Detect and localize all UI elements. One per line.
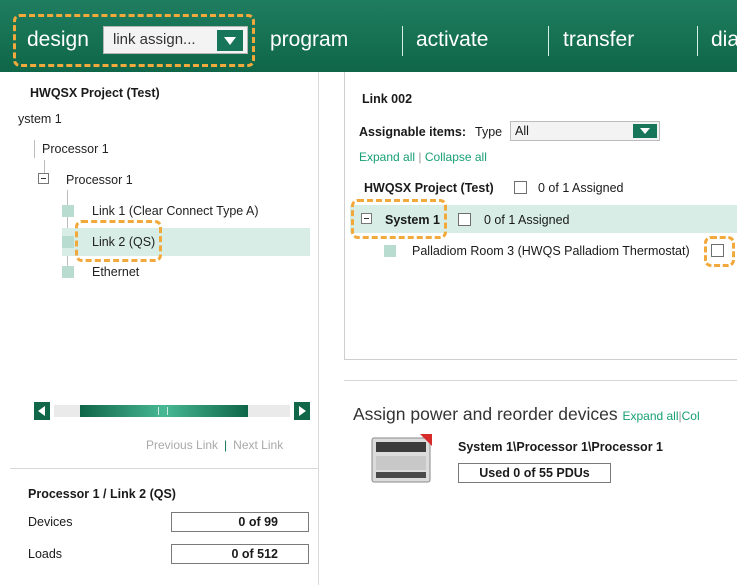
loads-value: 0 of 512 (171, 544, 309, 564)
project-title: HWQSX Project (Test) (30, 86, 160, 100)
top-navigation-bar: design link assign... program activate t… (0, 0, 737, 72)
collapse-icon[interactable] (361, 213, 372, 224)
pdu-usage: Used 0 of 55 PDUs (458, 463, 611, 483)
collapse-all-link[interactable]: Collapse all (425, 150, 487, 164)
project-checkbox[interactable] (514, 181, 527, 194)
tab-divider (697, 26, 698, 56)
chevron-down-icon[interactable] (633, 124, 657, 138)
tab-divider (548, 26, 549, 56)
type-label: Type (475, 125, 503, 139)
processor-device-icon (371, 434, 432, 483)
system-checkbox[interactable] (458, 213, 471, 226)
mode-dropdown-value: link assign... (113, 31, 196, 48)
assign-expand-all-link[interactable]: Expand all (622, 409, 678, 423)
scroll-left-icon[interactable] (34, 402, 50, 420)
scroll-grip-icon (158, 407, 168, 415)
link-icon (62, 205, 74, 217)
tree-item-processor[interactable]: Processor 1 (66, 173, 133, 187)
previous-link-button[interactable]: Previous Link (146, 438, 218, 452)
horizontal-scrollbar[interactable] (34, 402, 310, 420)
assign-collapse-link[interactable]: Col (682, 409, 700, 423)
loads-label: Loads (28, 547, 63, 561)
tree-item-processor-group[interactable]: Processor 1 (42, 142, 109, 156)
mode-dropdown[interactable]: link assign... (103, 26, 248, 54)
tab-transfer[interactable]: transfer (563, 24, 634, 56)
expand-all-link[interactable]: Expand all (359, 150, 415, 164)
type-filter-value: All (515, 124, 529, 138)
nav-separator: | (224, 438, 228, 452)
collapse-icon[interactable] (38, 173, 49, 184)
assignable-label: Assignable items: (359, 125, 466, 139)
devices-label: Devices (28, 515, 73, 529)
tab-divider (402, 26, 403, 56)
thermostat-icon (384, 245, 396, 257)
link-icon (62, 236, 74, 248)
next-link-button[interactable]: Next Link (233, 438, 283, 452)
section-divider (344, 380, 737, 381)
system-assigned-count: 0 of 1 Assigned (484, 213, 570, 227)
type-filter-dropdown[interactable]: All (510, 121, 660, 141)
link-title: Link 002 (362, 92, 413, 106)
assign-title-text: Assign power and reorder devices (353, 404, 618, 424)
ethernet-icon (62, 266, 74, 278)
room-item-label: Palladiom Room 3 (HWQS Palladiom Thermos… (412, 244, 690, 258)
tree-item-link-2[interactable]: Link 2 (QS) (92, 235, 155, 249)
tree-connector (44, 160, 45, 174)
project-name: HWQSX Project (Test) (364, 181, 494, 195)
room-item-checkbox[interactable] (711, 244, 724, 257)
tab-program[interactable]: program (270, 24, 348, 56)
scroll-right-icon[interactable] (294, 402, 310, 420)
link-navigation: Previous Link | Next Link (146, 438, 283, 452)
system-name: System 1 (385, 213, 440, 227)
divider (10, 468, 319, 469)
tab-diagnostics[interactable]: dia (711, 24, 737, 56)
link-separator: | (418, 150, 422, 164)
assign-section-title: Assign power and reorder devices Expand … (353, 404, 700, 425)
tree-item-link-1[interactable]: Link 1 (Clear Connect Type A) (92, 204, 259, 218)
tree-connector (34, 140, 35, 158)
tab-design[interactable]: design (27, 24, 89, 56)
tree-item-system[interactable]: ystem 1 (18, 112, 62, 126)
devices-value: 0 of 99 (171, 512, 309, 532)
tab-activate[interactable]: activate (416, 24, 488, 56)
device-path: System 1\Processor 1\Processor 1 (458, 440, 663, 454)
project-assigned-count: 0 of 1 Assigned (538, 181, 624, 195)
chevron-down-icon[interactable] (217, 30, 243, 51)
tree-item-ethernet[interactable]: Ethernet (92, 265, 139, 279)
summary-title: Processor 1 / Link 2 (QS) (28, 487, 176, 501)
